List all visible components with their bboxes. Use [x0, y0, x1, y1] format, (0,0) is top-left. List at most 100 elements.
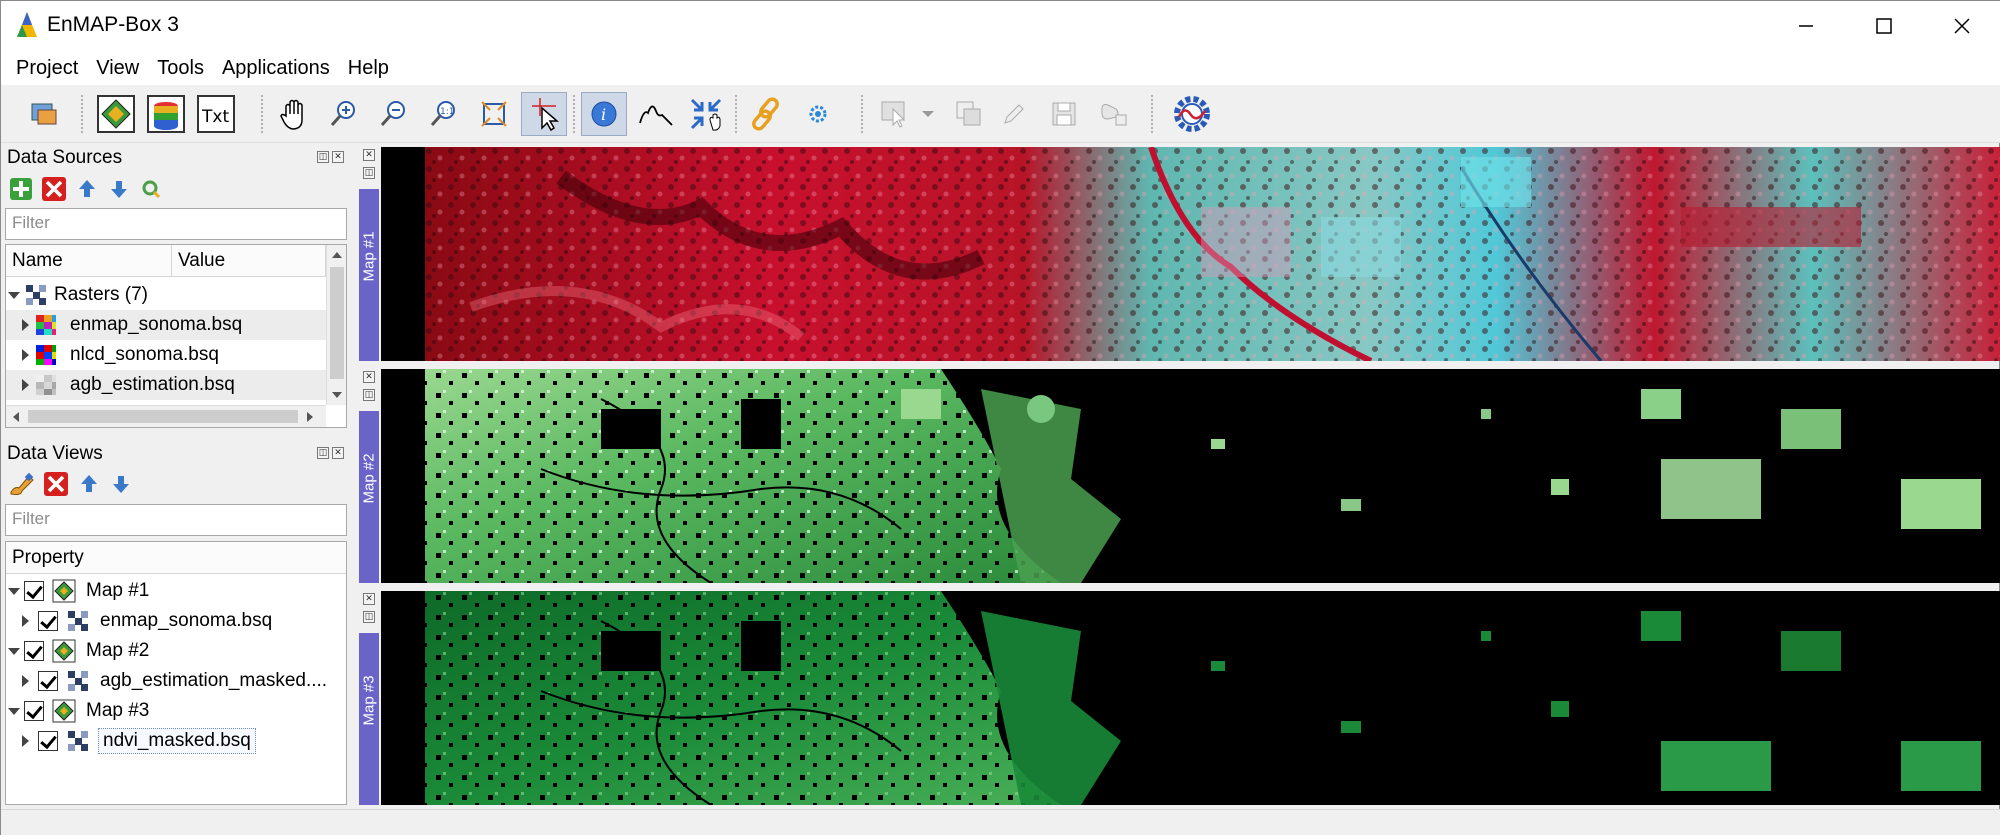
float-map-icon[interactable]: ◫	[363, 389, 375, 401]
map1-canvas[interactable]	[381, 147, 2000, 361]
menu-view[interactable]: View	[87, 51, 148, 85]
paint-brush-icon[interactable]	[9, 472, 35, 496]
float-panel-icon[interactable]: ◫	[317, 151, 329, 163]
map2-dock-tab[interactable]: Map #2	[359, 411, 379, 583]
new-map-icon[interactable]	[93, 92, 139, 136]
scroll-left-icon[interactable]	[12, 411, 20, 423]
close-panel-icon[interactable]: ✕	[332, 447, 344, 459]
float-map-icon[interactable]: ◫	[363, 611, 375, 623]
visibility-checkbox[interactable]	[24, 641, 44, 661]
map-row[interactable]: Map #1	[6, 576, 346, 606]
close-map-icon[interactable]: ✕	[363, 593, 375, 605]
expand-arrow-icon[interactable]	[8, 648, 20, 655]
new-text-view-icon[interactable]: Txt	[193, 92, 239, 136]
crosshair-select-icon[interactable]	[521, 92, 567, 136]
data-sources-filter-input[interactable]: Filter	[5, 208, 347, 240]
map-name: Map #3	[86, 700, 150, 721]
visibility-checkbox[interactable]	[38, 731, 58, 751]
map-name: Map #2	[86, 640, 150, 661]
raster-row-nlcd[interactable]: nlcd_sonoma.bsq	[6, 340, 326, 370]
expand-all-icon[interactable]	[107, 177, 131, 201]
visibility-checkbox[interactable]	[24, 701, 44, 721]
rasters-group-row[interactable]: Rasters (7)	[6, 280, 326, 310]
close-map-icon[interactable]: ✕	[363, 371, 375, 383]
map2-canvas[interactable]	[381, 369, 2000, 583]
identify-icon[interactable]: i	[581, 92, 627, 136]
close-map-icon[interactable]: ✕	[363, 149, 375, 161]
visibility-checkbox[interactable]	[38, 611, 58, 631]
save-edits-icon[interactable]	[1041, 92, 1087, 136]
column-name-header[interactable]: Name	[6, 245, 172, 277]
data-views-dock-buttons: ◫ ✕	[317, 447, 344, 459]
menu-help[interactable]: Help	[339, 51, 398, 85]
layer-row[interactable]: enmap_sonoma.bsq	[6, 606, 346, 636]
menu-applications[interactable]: Applications	[213, 51, 339, 85]
map-row[interactable]: Map #3	[6, 696, 346, 726]
maximize-button[interactable]	[1845, 1, 1923, 51]
layer-row[interactable]: ndvi_masked.bsq	[6, 726, 346, 756]
column-property-header[interactable]: Property	[6, 542, 346, 574]
float-panel-icon[interactable]: ◫	[317, 447, 329, 459]
expand-arrow-icon[interactable]	[22, 319, 29, 331]
map1-dock-tab[interactable]: Map #1	[359, 189, 379, 361]
scroll-up-icon[interactable]	[331, 251, 343, 259]
scroll-right-icon[interactable]	[306, 411, 314, 423]
add-feature-icon[interactable]	[1091, 92, 1137, 136]
expand-all-icon[interactable]	[109, 472, 133, 496]
expand-arrow-icon[interactable]	[8, 708, 20, 715]
scroll-thumb[interactable]	[330, 267, 344, 379]
link-maps-icon[interactable]	[743, 92, 789, 136]
menu-tools[interactable]: Tools	[148, 51, 213, 85]
expand-arrow-icon[interactable]	[22, 735, 29, 747]
settings-icon[interactable]	[795, 92, 841, 136]
enmap-logo-icon[interactable]	[1169, 92, 1215, 136]
select-features-icon[interactable]	[871, 92, 917, 136]
remove-view-icon[interactable]	[43, 471, 69, 497]
scroll-down-icon[interactable]	[331, 391, 343, 399]
expand-arrow-icon[interactable]	[22, 615, 29, 627]
zoom-out-icon[interactable]	[371, 92, 417, 136]
data-sources-horizontal-scrollbar[interactable]	[6, 405, 326, 427]
scroll-thumb[interactable]	[28, 410, 298, 423]
close-panel-icon[interactable]: ✕	[332, 151, 344, 163]
map3-dock-buttons: ✕ ◫	[359, 593, 379, 623]
raster-name: enmap_sonoma.bsq	[70, 314, 243, 335]
expand-arrow-icon[interactable]	[22, 379, 29, 391]
qgis-sync-icon[interactable]	[139, 177, 163, 201]
raster-row-enmap[interactable]: enmap_sonoma.bsq	[6, 310, 326, 340]
expand-arrow-icon[interactable]	[22, 349, 29, 361]
expand-arrow-icon[interactable]	[8, 292, 20, 299]
copy-features-icon[interactable]	[946, 92, 992, 136]
spectral-profile-icon[interactable]	[633, 92, 679, 136]
expand-arrow-icon[interactable]	[8, 588, 20, 595]
raster-row-agb[interactable]: agb_estimation.bsq	[6, 370, 326, 400]
collapse-all-icon[interactable]	[77, 472, 101, 496]
float-map-icon[interactable]: ◫	[363, 167, 375, 179]
column-value-header[interactable]: Value	[172, 245, 326, 277]
edit-pencil-icon[interactable]	[991, 92, 1037, 136]
open-project-icon[interactable]	[21, 92, 67, 136]
close-button[interactable]	[1923, 1, 2000, 51]
remove-source-icon[interactable]	[41, 176, 67, 202]
visibility-checkbox[interactable]	[24, 581, 44, 601]
new-spectral-library-icon[interactable]	[143, 92, 189, 136]
expand-arrow-icon[interactable]	[22, 675, 29, 687]
collapse-all-icon[interactable]	[75, 177, 99, 201]
map3-dock-tab[interactable]: Map #3	[359, 633, 379, 805]
add-source-icon[interactable]	[9, 177, 33, 201]
map3-canvas[interactable]	[381, 591, 2000, 805]
dropdown-icon[interactable]	[913, 92, 943, 136]
zoom-full-icon[interactable]	[471, 92, 517, 136]
minimize-button[interactable]	[1767, 1, 1845, 51]
svg-text:i: i	[601, 105, 606, 124]
visibility-checkbox[interactable]	[38, 671, 58, 691]
zoom-native-icon[interactable]: 1:1	[421, 92, 467, 136]
map-row[interactable]: Map #2	[6, 636, 346, 666]
data-sources-vertical-scrollbar[interactable]	[326, 245, 346, 405]
layer-row[interactable]: agb_estimation_masked....	[6, 666, 346, 696]
data-views-filter-input[interactable]: Filter	[5, 504, 347, 536]
zoom-in-icon[interactable]	[321, 92, 367, 136]
menu-project[interactable]: Project	[7, 51, 87, 85]
pan-to-center-icon[interactable]	[683, 92, 729, 136]
pan-icon[interactable]	[271, 92, 317, 136]
